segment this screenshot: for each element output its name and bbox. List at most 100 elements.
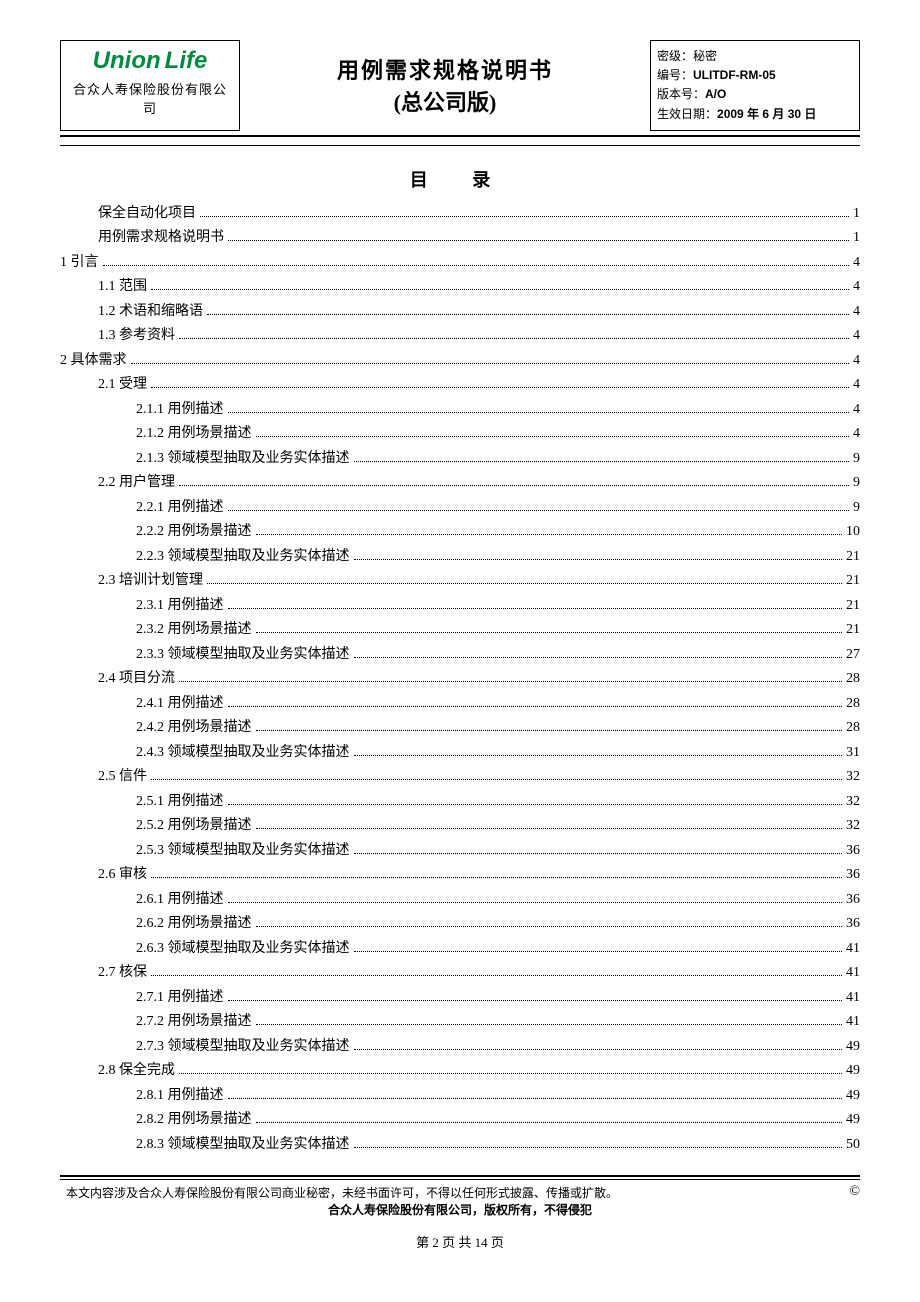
toc-page: 32 xyxy=(846,765,860,790)
toc-page: 21 xyxy=(846,618,860,643)
footer-text: © 本文内容涉及合众人寿保险股份有限公司商业秘密，未经书面许可，不得以任何形式披… xyxy=(60,1184,860,1218)
toc-page: 28 xyxy=(846,692,860,717)
toc-page: 41 xyxy=(846,1010,860,1035)
meta-version: 版本号：A/O xyxy=(657,85,853,104)
toc-page: 36 xyxy=(846,839,860,864)
toc-row: 2.4.1 用例描述 28 xyxy=(60,692,860,717)
toc-row: 2.1.2 用例场景描述 4 xyxy=(60,422,860,447)
toc-dots xyxy=(131,363,850,364)
toc-label: 2.2 用户管理 xyxy=(98,471,175,496)
toc-page: 21 xyxy=(846,569,860,594)
toc-label: 2.8.1 用例描述 xyxy=(136,1084,224,1109)
meta-code-value: ULITDF-RM-05 xyxy=(693,68,776,82)
toc-row: 2.3.3 领域模型抽取及业务实体描述27 xyxy=(60,643,860,668)
footer: © 本文内容涉及合众人寿保险股份有限公司商业秘密，未经书面许可，不得以任何形式披… xyxy=(60,1175,860,1251)
toc-row: 2.1.1 用例描述4 xyxy=(60,398,860,423)
toc-label: 2.3.2 用例场景描述 xyxy=(136,618,252,643)
toc-row: 2.2.1 用例描述 9 xyxy=(60,496,860,521)
toc-page: 4 xyxy=(853,398,860,423)
toc-label: 2.6.2 用例场景描述 xyxy=(136,912,252,937)
toc-page: 4 xyxy=(853,275,860,300)
toc-dots xyxy=(228,804,843,805)
meta-date-value: 2009 年 6 月 30 日 xyxy=(717,107,816,121)
footer-rule-thin xyxy=(60,1179,860,1180)
toc-dots xyxy=(354,1147,843,1148)
copyright-symbol: © xyxy=(849,1184,860,1200)
toc-row: 1 引言4 xyxy=(60,251,860,276)
toc-row: 2.5.2 用例场景描述 32 xyxy=(60,814,860,839)
toc-page: 4 xyxy=(853,251,860,276)
toc-row: 2.4.2 用例场景描述 28 xyxy=(60,716,860,741)
toc-dots xyxy=(256,730,843,731)
toc-dots xyxy=(228,706,843,707)
toc-label: 2.4.2 用例场景描述 xyxy=(136,716,252,741)
toc-dots xyxy=(256,1024,843,1025)
toc-page: 28 xyxy=(846,667,860,692)
toc-dots xyxy=(256,828,843,829)
toc-title: 目 录 xyxy=(60,166,860,192)
toc-page: 32 xyxy=(846,790,860,815)
toc-page: 50 xyxy=(846,1133,860,1158)
toc-label: 2.5.1 用例描述 xyxy=(136,790,224,815)
meta-date-label: 生效日期： xyxy=(657,107,717,121)
toc-row: 2.6.3 领域模型抽取及业务实体描述41 xyxy=(60,937,860,962)
toc-row: 保全自动化项目1 xyxy=(60,202,860,227)
toc-dots xyxy=(207,583,842,584)
toc-page: 4 xyxy=(853,349,860,374)
toc-label: 1.3 参考资料 xyxy=(98,324,175,349)
toc-dots xyxy=(151,975,842,976)
toc-label: 2.5.3 领域模型抽取及业务实体描述 xyxy=(136,839,350,864)
toc-dots xyxy=(207,314,849,315)
toc-label: 2.1 受理 xyxy=(98,373,147,398)
toc-page: 1 xyxy=(853,202,860,227)
toc-label: 2.5.2 用例场景描述 xyxy=(136,814,252,839)
toc-row: 2.2.2 用例场景描述10 xyxy=(60,520,860,545)
toc-dots xyxy=(103,265,850,266)
toc-page: 49 xyxy=(846,1084,860,1109)
meta-secrecy-label: 密级： xyxy=(657,49,693,63)
toc-page: 36 xyxy=(846,888,860,913)
toc-page: 4 xyxy=(853,422,860,447)
toc-row: 2.7.2 用例场景描述41 xyxy=(60,1010,860,1035)
toc-page: 41 xyxy=(846,986,860,1011)
meta-secrecy: 密级：秘密 xyxy=(657,47,853,66)
toc-label: 2.7.3 领域模型抽取及业务实体描述 xyxy=(136,1035,350,1060)
toc-row: 2.6.1 用例描述36 xyxy=(60,888,860,913)
toc-label: 用例需求规格说明书 xyxy=(98,226,224,251)
toc-row: 2 具体需求4 xyxy=(60,349,860,374)
toc-label: 2.7 核保 xyxy=(98,961,147,986)
header-rule xyxy=(60,145,860,146)
toc-label: 2.2.2 用例场景描述 xyxy=(136,520,252,545)
toc-page: 32 xyxy=(846,814,860,839)
toc-page: 28 xyxy=(846,716,860,741)
document-header: Union Life 合众人寿保险股份有限公司 用例需求规格说明书 (总公司版)… xyxy=(60,40,860,137)
toc-label: 2.3.1 用例描述 xyxy=(136,594,224,619)
toc-label: 2.8.2 用例场景描述 xyxy=(136,1108,252,1133)
toc-dots xyxy=(151,289,849,290)
toc-label: 2.4.3 领域模型抽取及业务实体描述 xyxy=(136,741,350,766)
toc-dots xyxy=(179,1073,842,1074)
toc-label: 2.4.1 用例描述 xyxy=(136,692,224,717)
header-left-box: Union Life 合众人寿保险股份有限公司 xyxy=(60,40,240,131)
toc-page: 9 xyxy=(853,496,860,521)
toc-row: 2.8.2 用例场景描述49 xyxy=(60,1108,860,1133)
toc-label: 2.2.3 领域模型抽取及业务实体描述 xyxy=(136,545,350,570)
toc-dots xyxy=(354,1049,843,1050)
toc-label: 2.1.2 用例场景描述 xyxy=(136,422,252,447)
toc-label: 1.2 术语和缩略语 xyxy=(98,300,203,325)
toc-row: 2.2 用户管理9 xyxy=(60,471,860,496)
meta-code: 编号：ULITDF-RM-05 xyxy=(657,66,853,85)
toc-row: 2.6 审核36 xyxy=(60,863,860,888)
toc-dots xyxy=(228,902,843,903)
toc-label: 2.4 项目分流 xyxy=(98,667,175,692)
toc-label: 2.2.1 用例描述 xyxy=(136,496,224,521)
toc-label: 2.7.1 用例描述 xyxy=(136,986,224,1011)
footer-line2: 合众人寿保险股份有限公司，版权所有，不得侵犯 xyxy=(60,1201,860,1218)
toc-dots xyxy=(228,240,849,241)
toc-row: 2.8.1 用例描述 49 xyxy=(60,1084,860,1109)
toc-page: 41 xyxy=(846,937,860,962)
toc-page: 36 xyxy=(846,863,860,888)
toc-row: 2.1 受理4 xyxy=(60,373,860,398)
toc-dots xyxy=(256,436,850,437)
footer-rule-thick xyxy=(60,1175,860,1177)
